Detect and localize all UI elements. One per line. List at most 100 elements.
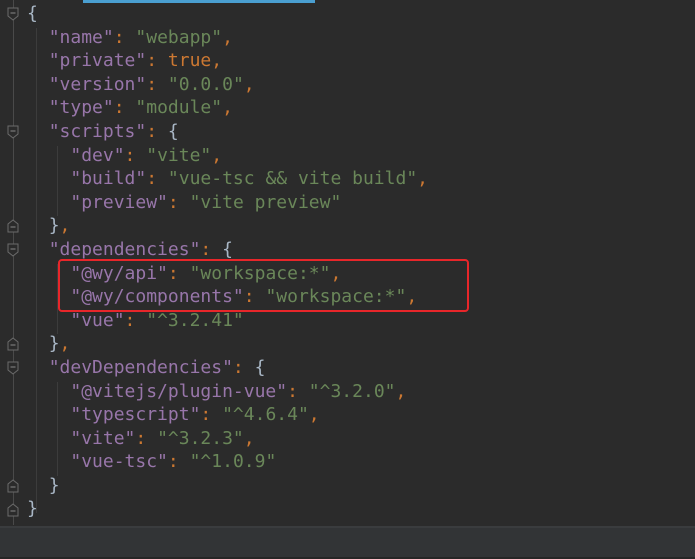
token-key: "vue": [70, 309, 125, 331]
code-line[interactable]: "scripts": {: [27, 120, 428, 144]
code-line[interactable]: "preview": "vite preview": [27, 191, 428, 215]
token-kw: true: [167, 50, 212, 72]
token-ind: [27, 192, 70, 213]
fold-close-icon[interactable]: [7, 219, 19, 233]
token-punct: ,: [222, 26, 233, 48]
token-colon: :: [200, 238, 223, 260]
token-key: "build": [70, 168, 147, 190]
token-key: "@vitejs/plugin-vue": [70, 380, 288, 402]
code-line[interactable]: "dependencies": {: [27, 238, 428, 262]
fold-open-icon[interactable]: [7, 243, 19, 257]
token-brace: {: [167, 120, 179, 142]
token-colon: :: [287, 380, 309, 402]
code-line[interactable]: "version": "0.0.0",: [27, 73, 428, 97]
code-line[interactable]: "@vitejs/plugin-vue": "^3.2.0",: [27, 380, 428, 404]
token-key: "vue-tsc": [70, 451, 168, 473]
code-line[interactable]: "vue": "^3.2.41": [27, 309, 428, 333]
token-brace: }: [48, 215, 60, 237]
token-colon: :: [146, 168, 168, 190]
fold-close-icon[interactable]: [7, 337, 19, 351]
code-line[interactable]: "name": "webapp",: [27, 26, 428, 50]
token-colon: :: [113, 26, 136, 48]
token-brace: {: [222, 238, 233, 260]
token-str: "^3.2.3": [157, 427, 244, 449]
token-colon: :: [146, 120, 168, 142]
code-line[interactable]: "private": true,: [27, 49, 428, 73]
token-str: "module": [135, 97, 223, 119]
token-ind: [27, 121, 49, 142]
token-colon: :: [167, 191, 190, 213]
token-str: "webapp": [135, 26, 223, 48]
token-punct: ,: [243, 73, 255, 95]
token-ind: [27, 381, 70, 402]
code-line[interactable]: "type": "module",: [27, 96, 428, 120]
token-colon: :: [146, 50, 168, 72]
token-colon: :: [232, 356, 255, 378]
code-line[interactable]: {: [27, 2, 428, 26]
token-str: "^4.6.4": [222, 404, 309, 426]
token-colon: :: [135, 427, 158, 449]
token-key: "typescript": [70, 404, 201, 426]
token-str: "^3.2.0": [308, 380, 396, 402]
token-ind: [27, 404, 70, 425]
token-brace: {: [254, 356, 266, 378]
token-str: "0.0.0": [167, 73, 244, 95]
token-str: "vite preview": [189, 191, 342, 213]
code-line[interactable]: },: [27, 332, 428, 356]
token-punct: ,: [222, 97, 233, 119]
token-punct: ,: [395, 380, 407, 402]
code-line[interactable]: "dev": "vite",: [27, 144, 428, 168]
code-line[interactable]: "vite": "^3.2.3",: [27, 427, 428, 451]
token-key: "dependencies": [48, 238, 201, 260]
token-punct: ,: [59, 333, 71, 355]
token-key: "private": [48, 50, 147, 72]
token-punct: ,: [417, 168, 428, 190]
gutter-divider: [13, 0, 14, 525]
token-colon: :: [124, 309, 147, 331]
token-ind: [27, 310, 70, 331]
token-punct: ,: [211, 144, 223, 166]
token-key: "type": [48, 97, 114, 119]
token-colon: :: [167, 451, 190, 473]
token-ind: [27, 50, 49, 71]
token-brace: {: [27, 3, 38, 24]
fold-open-icon[interactable]: [7, 7, 19, 21]
token-key: "scripts": [48, 120, 147, 142]
token-key: "preview": [70, 191, 168, 213]
token-colon: :: [200, 404, 223, 426]
token-str: "^3.2.41": [146, 309, 244, 331]
token-colon: :: [124, 144, 147, 166]
token-ind: [27, 27, 49, 48]
token-brace: }: [27, 498, 38, 520]
code-line[interactable]: "vue-tsc": "^1.0.9": [27, 450, 428, 474]
token-ind: [27, 97, 49, 118]
fold-close-icon[interactable]: [7, 479, 19, 493]
token-ind: [27, 428, 70, 449]
token-str: "^1.0.9": [189, 451, 277, 473]
token-ind: [27, 451, 70, 472]
fold-close-icon[interactable]: [7, 502, 19, 517]
token-str: "vue-tsc && vite build": [167, 168, 418, 190]
token-punct: ,: [308, 404, 320, 426]
token-punct: ,: [211, 50, 223, 72]
token-ind: [27, 168, 70, 189]
token-ind: [27, 145, 70, 166]
code-line[interactable]: },: [27, 214, 428, 238]
token-ind: [27, 239, 49, 260]
code-line[interactable]: "build": "vue-tsc && vite build",: [27, 167, 428, 191]
code-line[interactable]: }: [27, 497, 428, 521]
token-colon: :: [113, 97, 136, 119]
fold-open-icon[interactable]: [7, 361, 19, 375]
token-key: "vite": [70, 427, 136, 449]
bottom-panel: [0, 526, 695, 559]
token-punct: ,: [243, 427, 255, 449]
fold-open-icon[interactable]: [7, 125, 19, 139]
token-key: "dev": [70, 144, 125, 166]
token-str: "vite": [146, 144, 212, 166]
code-line[interactable]: "typescript": "^4.6.4",: [27, 403, 428, 427]
code-line[interactable]: "devDependencies": {: [27, 356, 428, 380]
token-ind: [27, 215, 49, 236]
token-key: "version": [48, 73, 147, 95]
token-ind: [27, 333, 49, 354]
code-line[interactable]: }: [27, 474, 428, 498]
